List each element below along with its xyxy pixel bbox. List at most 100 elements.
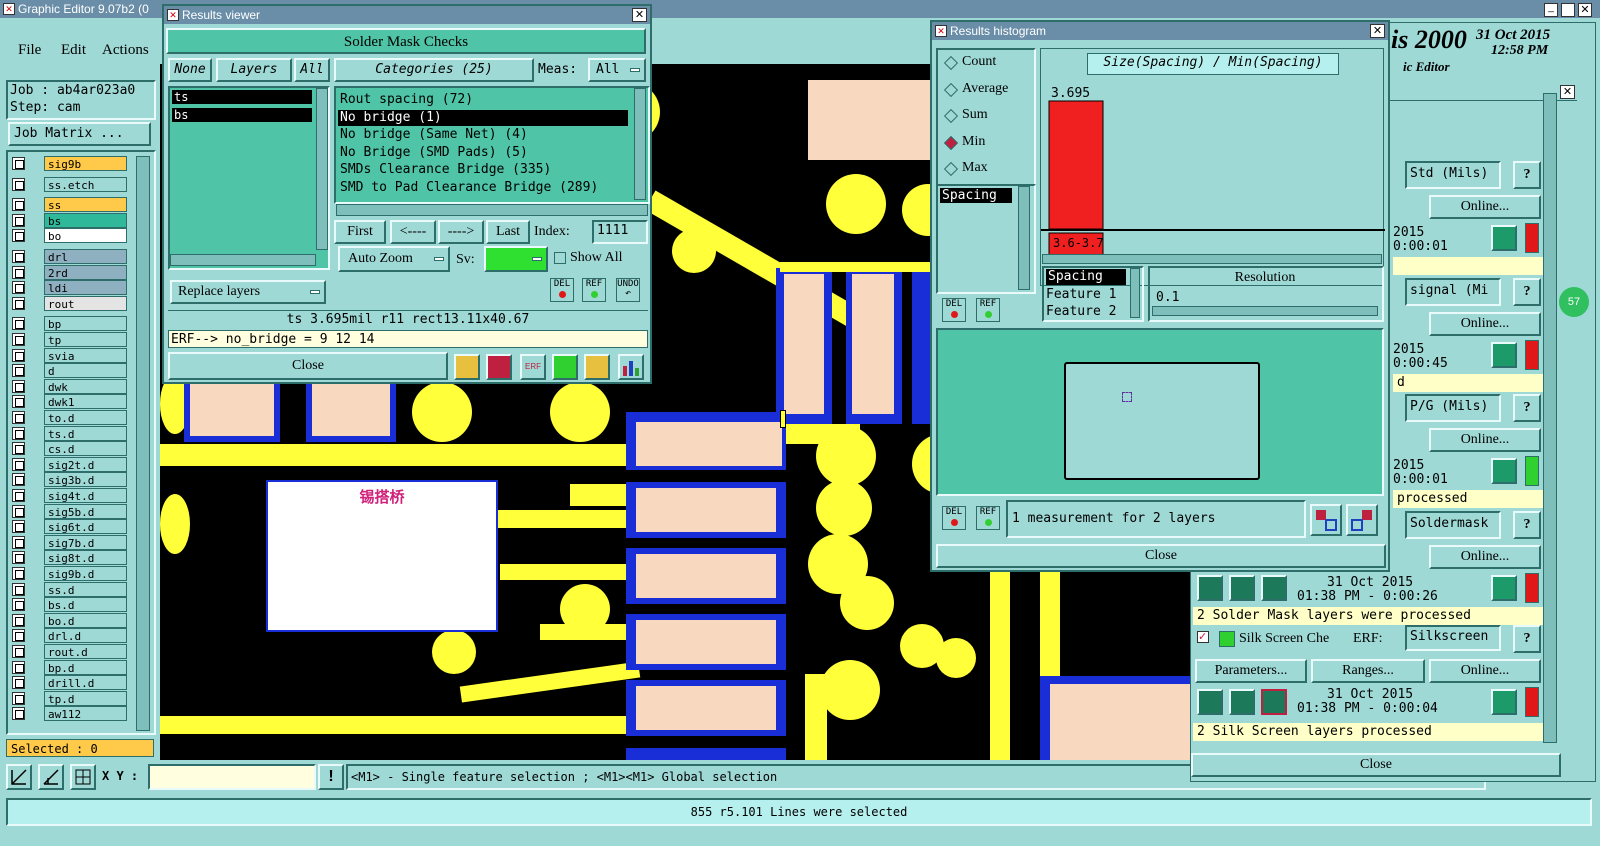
- online-button[interactable]: Online...: [1429, 195, 1541, 219]
- layer-row[interactable]: sig9b.d: [12, 566, 127, 581]
- measure-icon[interactable]: [38, 764, 64, 790]
- layer-row[interactable]: tp: [12, 332, 127, 347]
- layer-checkbox[interactable]: [12, 613, 25, 627]
- replace-layers-select[interactable]: Replace layers: [170, 280, 326, 304]
- help-button[interactable]: ?: [1513, 161, 1541, 189]
- layer-checkbox[interactable]: [12, 364, 25, 378]
- layer-checkbox[interactable]: [12, 229, 25, 243]
- layer-checkbox[interactable]: [12, 645, 25, 658]
- help-button[interactable]: ?: [1513, 394, 1541, 422]
- auto-zoom-select[interactable]: Auto Zoom: [338, 246, 450, 272]
- zoom-icon[interactable]: [1491, 225, 1517, 251]
- hist-del-button[interactable]: DEL: [942, 298, 966, 322]
- layer-checkbox[interactable]: [12, 281, 25, 295]
- layer-checkbox[interactable]: [12, 379, 25, 393]
- radio-min[interactable]: [943, 135, 959, 150]
- layer-row[interactable]: sig4t.d: [12, 488, 127, 503]
- layer-row[interactable]: drl: [12, 249, 127, 264]
- check-unit[interactable]: signal (Mi: [1405, 277, 1501, 306]
- export-icon[interactable]: [1310, 504, 1342, 536]
- feature-item-2[interactable]: Feature 2: [1046, 304, 1116, 319]
- next-button[interactable]: ---->: [438, 220, 484, 244]
- feature-scrollbar[interactable]: [1130, 268, 1140, 318]
- category-item[interactable]: SMDs Clearance Bridge (335): [338, 162, 628, 178]
- menu-file[interactable]: File: [18, 42, 41, 59]
- layer-checkbox[interactable]: [12, 213, 25, 227]
- layer-checkbox[interactable]: [12, 198, 25, 212]
- layer-checkbox[interactable]: [12, 395, 25, 409]
- run-icon[interactable]: [1261, 574, 1287, 601]
- maximize-icon[interactable]: [1561, 3, 1575, 17]
- bar-chart-icon[interactable]: [618, 354, 644, 380]
- layer-row[interactable]: tp.d: [12, 690, 127, 706]
- layer-checkbox[interactable]: [12, 250, 25, 263]
- feature-item-spacing[interactable]: Spacing: [1046, 269, 1126, 285]
- silk-help-button[interactable]: ?: [1513, 625, 1541, 653]
- layer-row[interactable]: dwk: [12, 378, 127, 394]
- layer-row[interactable]: svia: [12, 347, 127, 363]
- histogram-close-button[interactable]: Close: [936, 544, 1386, 568]
- results-close-button[interactable]: Close: [168, 352, 448, 380]
- layer-row[interactable]: rout.d: [12, 644, 127, 659]
- layer-checkbox[interactable]: [12, 629, 25, 643]
- layer-checkbox[interactable]: [12, 707, 25, 721]
- layer-row[interactable]: bs: [12, 212, 127, 228]
- layer-checkbox[interactable]: [12, 457, 25, 471]
- run-icon[interactable]: [1197, 574, 1223, 601]
- first-button[interactable]: First: [334, 220, 386, 244]
- panel-close-icon[interactable]: ✕: [1560, 85, 1575, 99]
- checks-close-button[interactable]: Close: [1191, 753, 1561, 777]
- layer-checkbox[interactable]: [12, 473, 25, 487]
- layer-checkbox[interactable]: [12, 296, 25, 310]
- meas-select[interactable]: All: [588, 58, 646, 82]
- layer-row[interactable]: bo: [12, 228, 127, 244]
- layer-row[interactable]: bo.d: [12, 612, 127, 628]
- category-item[interactable]: No bridge (1): [338, 109, 628, 126]
- zoom-icon[interactable]: [1491, 341, 1517, 368]
- hist-ref-button[interactable]: REF: [976, 298, 1000, 322]
- layer-checkbox[interactable]: [12, 551, 25, 565]
- radio-average[interactable]: [943, 82, 959, 97]
- layer-row[interactable]: sig3b.d: [12, 472, 127, 488]
- run-icon[interactable]: [1197, 689, 1223, 715]
- histogram-list-scrollbar[interactable]: [1018, 186, 1030, 290]
- layer-row[interactable]: sig5b.d: [12, 503, 127, 519]
- layers-scrollbar[interactable]: [316, 88, 328, 250]
- layer-checkbox[interactable]: [12, 157, 25, 170]
- parameters-button[interactable]: Parameters...: [1195, 659, 1307, 683]
- layer-checkbox[interactable]: [12, 582, 25, 596]
- help-button[interactable]: ?: [1513, 277, 1541, 306]
- ref-button[interactable]: REF: [582, 278, 606, 302]
- silk-unit[interactable]: Silkscreen: [1405, 625, 1501, 651]
- erf-icon[interactable]: ERF: [520, 354, 546, 380]
- layer-checkbox[interactable]: [12, 567, 25, 580]
- close-icon[interactable]: ✕: [1370, 24, 1385, 38]
- sv-color-select[interactable]: [484, 246, 548, 272]
- preview-del-button[interactable]: DEL: [942, 506, 966, 530]
- layers-button[interactable]: Layers: [216, 58, 292, 82]
- record-icon[interactable]: [486, 354, 512, 380]
- categories-button[interactable]: Categories (25): [334, 58, 534, 82]
- run-icon[interactable]: [1261, 689, 1287, 715]
- zoom-icon[interactable]: [1491, 458, 1517, 484]
- layer-checkbox[interactable]: [12, 348, 25, 362]
- category-item[interactable]: No Bridge (SMD Pads) (5): [338, 145, 628, 161]
- layer-checkbox[interactable]: [12, 598, 25, 612]
- import-icon[interactable]: [1346, 504, 1378, 536]
- layer-checkbox[interactable]: [12, 691, 25, 705]
- check-unit[interactable]: Std (Mils): [1405, 161, 1501, 189]
- layer-row[interactable]: dwk1: [12, 394, 127, 410]
- histogram-list-item[interactable]: Spacing: [940, 188, 1012, 203]
- layer-row[interactable]: bp.d: [12, 659, 127, 675]
- minimize-icon[interactable]: _: [1544, 3, 1558, 17]
- grid-icon[interactable]: [70, 764, 96, 790]
- job-matrix-button[interactable]: Job Matrix ...: [8, 122, 151, 146]
- menu-edit[interactable]: Edit: [61, 42, 86, 59]
- run-icon[interactable]: [1229, 574, 1255, 601]
- layer-row[interactable]: ss: [12, 197, 127, 213]
- category-item[interactable]: No bridge (Same Net) (4): [338, 127, 628, 143]
- layer-checkbox[interactable]: [12, 411, 25, 424]
- feature-item-1[interactable]: Feature 1: [1046, 287, 1116, 302]
- run-icon[interactable]: [1229, 689, 1255, 715]
- close-icon[interactable]: ✕: [632, 8, 647, 22]
